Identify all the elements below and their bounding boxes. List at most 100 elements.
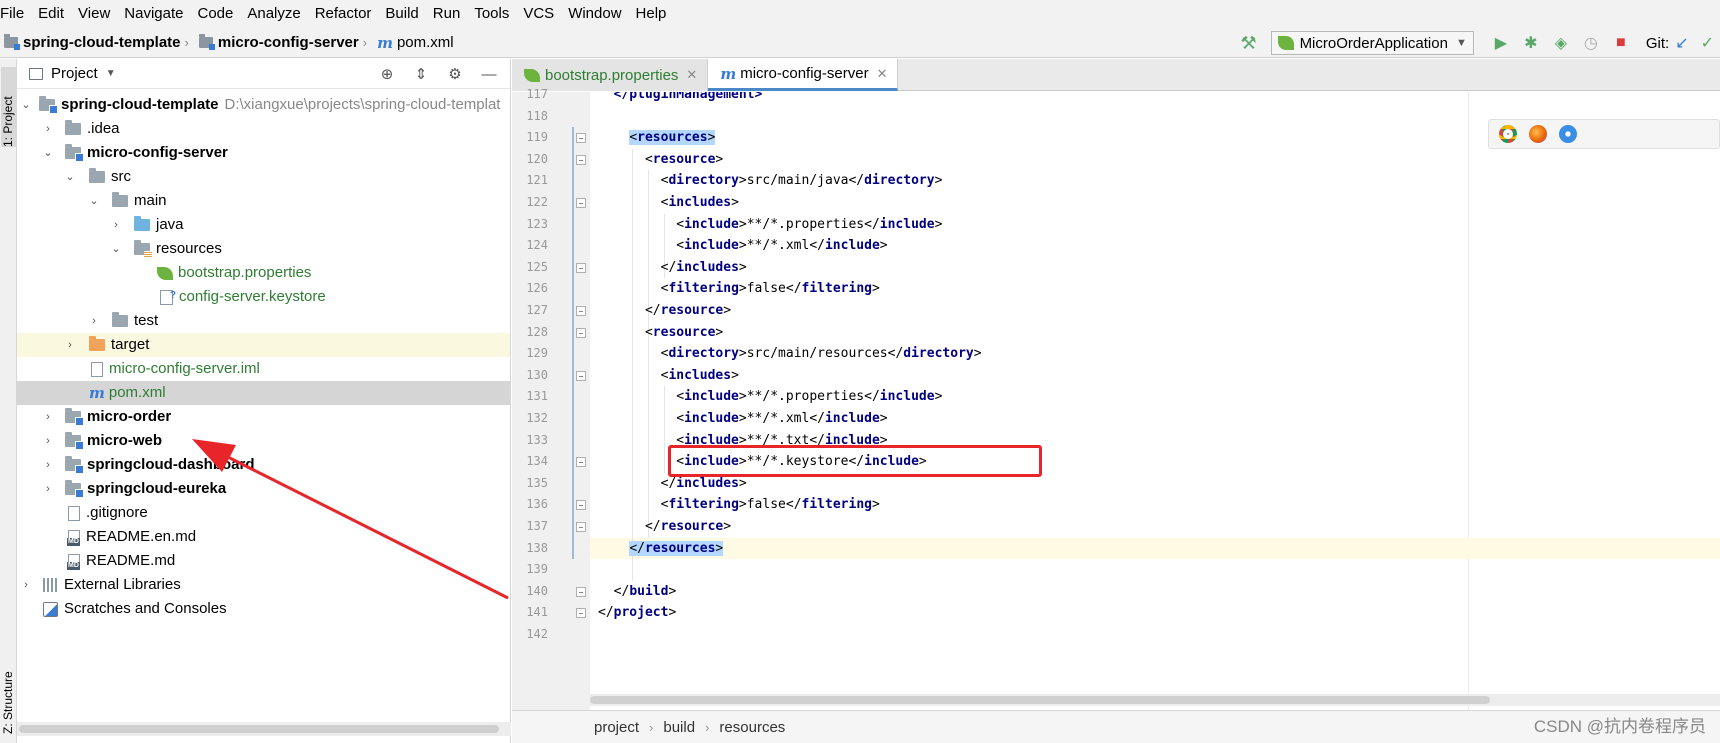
chevron-down-icon[interactable]: ⌄ (41, 141, 55, 165)
tree-item-idea[interactable]: › .idea (17, 117, 510, 141)
fold-marker-icon[interactable] (576, 500, 586, 511)
menu-run[interactable]: Run (426, 0, 468, 28)
menu-edit[interactable]: Edit (31, 0, 71, 28)
chevron-down-icon[interactable]: ⌄ (109, 237, 123, 261)
fold-marker-icon[interactable] (576, 457, 586, 468)
scrollbar-thumb[interactable] (590, 696, 1490, 704)
fold-marker-icon[interactable] (576, 327, 586, 338)
chevron-down-icon[interactable]: ▼ (106, 68, 116, 79)
chevron-right-icon[interactable]: › (41, 405, 55, 429)
tree-item-micro-config-server[interactable]: ⌄ micro-config-server (17, 141, 510, 165)
fold-marker-icon[interactable] (576, 586, 586, 597)
menu-tools[interactable]: Tools (467, 0, 516, 28)
fold-marker-icon[interactable] (576, 154, 586, 165)
chevron-right-icon[interactable]: › (87, 309, 101, 333)
chevron-right-icon[interactable]: › (41, 429, 55, 453)
menu-build[interactable]: Build (378, 0, 425, 28)
tree-item-src[interactable]: ⌄ src (17, 165, 510, 189)
collapse-all-icon[interactable]: ⇕ (410, 63, 432, 85)
nav-crumb-project[interactable]: spring-cloud-template (4, 34, 181, 51)
git-commit-icon[interactable]: ✓ (1701, 33, 1714, 53)
menu-vcs[interactable]: VCS (516, 0, 561, 28)
fold-marker-icon[interactable] (576, 262, 586, 273)
tree-item-readme-en[interactable]: README.en.md (17, 525, 510, 549)
breadcrumb-build[interactable]: build (663, 719, 695, 736)
chevron-down-icon[interactable]: ⌄ (19, 93, 33, 117)
line-number: 132 (526, 411, 548, 425)
structure-tool-tab[interactable]: Z: Structure (1, 644, 16, 734)
close-icon[interactable]: ✕ (877, 66, 888, 82)
fold-marker-icon[interactable] (576, 133, 586, 144)
debug-icon[interactable]: ✱ (1520, 32, 1542, 54)
fold-marker-icon[interactable] (576, 198, 586, 208)
project-panel-title[interactable]: Project (51, 65, 98, 82)
menu-view[interactable]: View (71, 0, 117, 28)
tree-item-target[interactable]: › target (17, 333, 510, 357)
chevron-right-icon[interactable]: › (41, 477, 55, 501)
current-line-highlight (590, 537, 1720, 560)
tab-micro-config-server[interactable]: m micro-config-server ✕ (708, 59, 899, 91)
run-config-selector[interactable]: MicroOrderApplication ▼ (1270, 31, 1474, 55)
line-number: 136 (526, 497, 548, 512)
tree-item-iml[interactable]: micro-config-server.iml (17, 357, 510, 381)
tree-item-resources[interactable]: ⌄ resources (17, 237, 510, 261)
fold-marker-icon[interactable] (576, 306, 586, 316)
tree-item-springcloud-eureka[interactable]: › springcloud-eureka (17, 477, 510, 501)
chevron-down-icon[interactable]: ⌄ (63, 165, 77, 189)
editor-horizontal-scrollbar[interactable] (590, 694, 1720, 706)
fold-marker-icon[interactable] (576, 522, 586, 532)
firefox-icon[interactable] (1529, 125, 1547, 143)
chevron-right-icon[interactable]: › (63, 333, 77, 357)
folder-icon (65, 120, 81, 135)
chevron-right-icon[interactable]: › (19, 573, 33, 597)
breadcrumb-resources[interactable]: resources (719, 719, 785, 736)
menu-analyze[interactable]: Analyze (240, 0, 307, 28)
project-tool-tab[interactable]: 1: Project (1, 67, 16, 147)
tree-item-main[interactable]: ⌄ main (17, 189, 510, 213)
stop-icon[interactable]: ■ (1610, 32, 1632, 54)
tree-item-config-server-keystore[interactable]: config-server.keystore (17, 284, 510, 309)
locate-icon[interactable]: ⊕ (376, 63, 398, 85)
git-update-icon[interactable]: ↙ (1675, 33, 1688, 53)
tree-item-java[interactable]: › java (17, 213, 510, 237)
tree-item-scratches[interactable]: Scratches and Consoles (17, 597, 510, 621)
profile-icon[interactable]: ◷ (1580, 32, 1602, 54)
tree-item-bootstrap-properties[interactable]: bootstrap.properties (17, 261, 510, 285)
chevron-right-icon[interactable]: › (109, 213, 123, 237)
tree-item-springcloud-dashboard[interactable]: › springcloud-dashboard (17, 453, 510, 477)
tree-item-external-libraries[interactable]: › External Libraries (17, 573, 510, 597)
coverage-icon[interactable]: ◈ (1550, 32, 1572, 54)
fold-marker-icon[interactable] (576, 608, 586, 619)
fold-marker-icon[interactable] (576, 370, 586, 381)
menu-code[interactable]: Code (190, 0, 240, 28)
chevron-down-icon[interactable]: ⌄ (87, 189, 101, 213)
chrome-icon[interactable] (1499, 125, 1517, 143)
tree-item-micro-web[interactable]: › micro-web (17, 429, 510, 453)
chevron-right-icon[interactable]: › (41, 453, 55, 477)
close-icon[interactable]: ✕ (686, 67, 697, 83)
folder-icon (112, 192, 128, 207)
menu-window[interactable]: Window (561, 0, 628, 28)
build-hammer-icon[interactable]: ⚒ (1239, 33, 1259, 53)
menu-file[interactable]: File (0, 0, 31, 28)
run-icon[interactable]: ▶ (1490, 32, 1512, 54)
menu-refactor[interactable]: Refactor (308, 0, 379, 28)
code-editor[interactable]: </pluginManagement> <resources> <resourc… (590, 92, 1720, 710)
tree-item-spring-cloud-template[interactable]: ⌄ spring-cloud-template D:\xiangxue\proj… (17, 93, 510, 117)
hide-icon[interactable]: — (478, 63, 500, 85)
nav-crumb-module[interactable]: micro-config-server (198, 34, 359, 51)
project-panel-scrollbar[interactable] (17, 722, 511, 736)
chevron-right-icon[interactable]: › (41, 117, 55, 141)
tree-item-test[interactable]: › test (17, 309, 510, 333)
tree-item-gitignore[interactable]: .gitignore (17, 501, 510, 525)
menu-navigate[interactable]: Navigate (117, 0, 190, 28)
scrollbar-thumb[interactable] (19, 725, 499, 733)
tree-item-pom-xml[interactable]: m pom.xml (17, 381, 510, 405)
tree-item-readme[interactable]: README.md (17, 549, 510, 573)
safari-icon[interactable] (1559, 125, 1577, 143)
menu-help[interactable]: Help (629, 0, 674, 28)
breadcrumb-project[interactable]: project (594, 719, 639, 736)
nav-crumb-file[interactable]: m pom.xml (377, 34, 454, 52)
tree-item-micro-order[interactable]: › micro-order (17, 405, 510, 429)
gear-icon[interactable]: ⚙ (444, 63, 466, 85)
